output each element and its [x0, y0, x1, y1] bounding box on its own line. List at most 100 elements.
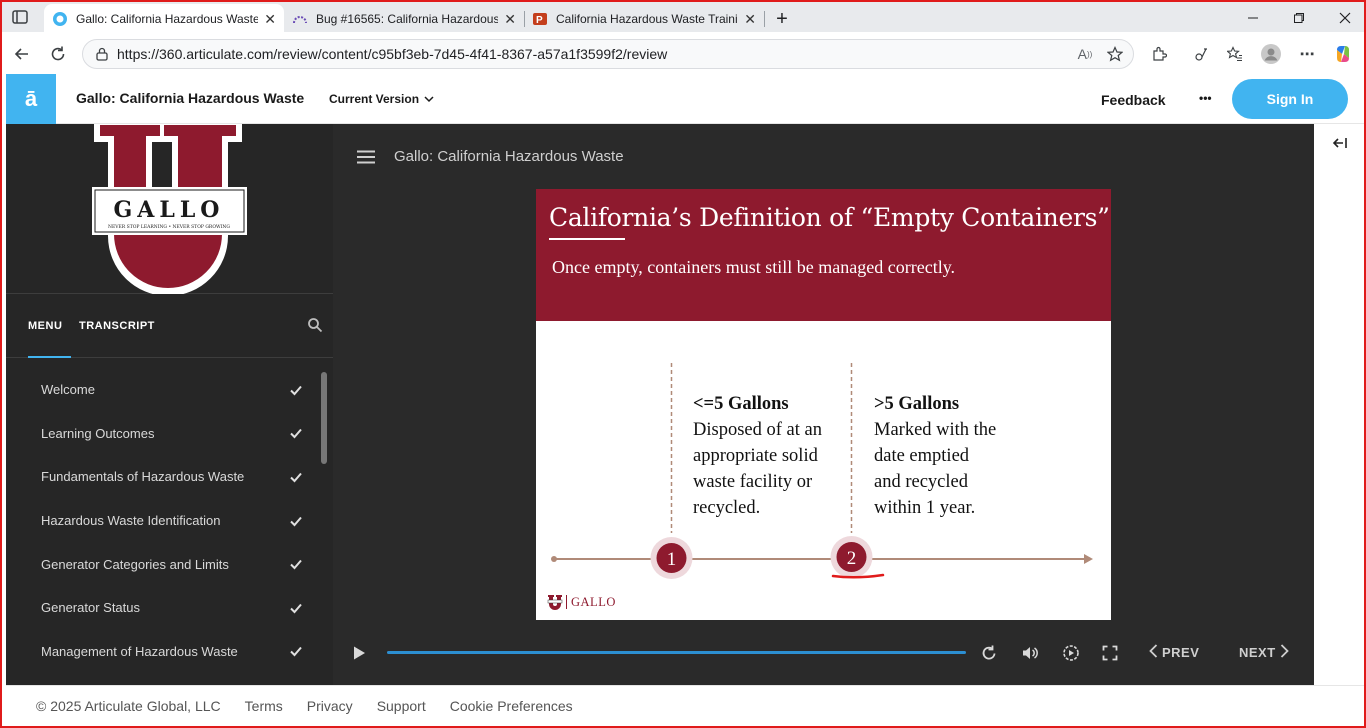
menu-item-generator-status[interactable]: Generator Status [6, 586, 333, 630]
footer-link-terms[interactable]: Terms [245, 698, 283, 714]
gallo-mini-logo-icon [547, 595, 563, 610]
slide-header-band: California’s Definition of “Empty Contai… [536, 189, 1111, 321]
footer-link-cookies[interactable]: Cookie Preferences [450, 698, 573, 714]
url-text: https://360.articulate.com/review/conten… [117, 46, 668, 62]
collapse-panel-icon[interactable] [1332, 136, 1348, 155]
slide-heading: California’s Definition of “Empty Contai… [549, 203, 1110, 232]
profile-avatar-icon[interactable] [1260, 43, 1282, 65]
settings-more-icon[interactable]: ⋯ [1296, 43, 1318, 65]
extensions-icon[interactable] [1148, 43, 1170, 65]
read-aloud-icon[interactable]: A)) [1073, 42, 1097, 66]
tab-title: Bug #16565: California Hazardous [316, 12, 499, 26]
page-footer: © 2025 Articulate Global, LLC Terms Priv… [6, 685, 1364, 726]
browser-tab[interactable]: P California Hazardous Waste Traini ✕ [524, 4, 764, 34]
new-tab-button[interactable]: + [768, 4, 796, 34]
gallo-logo-image: GALLO NEVER STOP LEARNING • NEVER STOP G… [92, 124, 247, 296]
sidebar-tabs: MENU TRANSCRIPT [6, 294, 333, 358]
review-header: ā Gallo: California Hazardous Waste Curr… [6, 74, 1364, 124]
menu-item-fundamentals[interactable]: Fundamentals of Hazardous Waste [6, 455, 333, 499]
tab-close-icon[interactable]: ✕ [504, 11, 516, 28]
checkmark-icon [289, 601, 303, 615]
timeline-graphic: 1 2 [551, 363, 1093, 579]
gallo-u-logo: GALLO NEVER STOP LEARNING • NEVER STOP G… [6, 124, 333, 296]
column-line: appropriate solid [693, 446, 818, 466]
menu-item-label: Generator Categories and Limits [41, 556, 229, 572]
minimize-button[interactable] [1230, 6, 1276, 30]
footer-link-support[interactable]: Support [377, 698, 426, 714]
playback-speed-icon[interactable] [1060, 642, 1082, 664]
window-frame: Gallo: California Hazardous Waste ✕ Bug … [0, 0, 1366, 728]
favorite-star-icon[interactable] [1103, 42, 1127, 66]
column-line: recycled. [693, 498, 761, 518]
checkmark-icon [289, 383, 303, 397]
play-button[interactable] [348, 642, 370, 664]
volume-icon[interactable] [1019, 642, 1041, 664]
column-line: Disposed of at an [693, 420, 822, 440]
tab-title: California Hazardous Waste Traini [556, 12, 738, 26]
menu-item-label: Management of Hazardous Waste [41, 643, 238, 659]
redmine-favicon-icon [292, 11, 308, 27]
chevron-left-icon [1149, 644, 1158, 661]
menu-item-label: Hazardous Waste Identification [41, 513, 221, 529]
tab-close-icon[interactable]: ✕ [264, 11, 276, 28]
sidebar-scrollbar[interactable] [321, 372, 327, 464]
next-button[interactable]: NEXT [1239, 644, 1289, 661]
menu-item-label: Welcome [41, 382, 95, 398]
column-title: <=5 Gallons [693, 394, 789, 414]
column-line: within 1 year. [874, 498, 976, 518]
browser-tab-active[interactable]: Gallo: California Hazardous Waste ✕ [44, 4, 284, 34]
plus-icon: + [776, 7, 788, 30]
search-icon[interactable] [307, 317, 323, 333]
menu-item-label: Fundamentals of Hazardous Waste [41, 469, 245, 485]
menu-item-welcome[interactable]: Welcome [6, 368, 333, 412]
tab-actions-icon[interactable] [12, 10, 30, 26]
slide-subheading: Once empty, containers must still be man… [552, 257, 956, 277]
fullscreen-icon[interactable] [1099, 642, 1121, 664]
slide-canvas: California’s Definition of “Empty Contai… [536, 189, 1111, 620]
column-line: and recycled [874, 472, 968, 492]
footer-link-privacy[interactable]: Privacy [307, 698, 353, 714]
tab-title: Gallo: California Hazardous Waste [76, 12, 259, 26]
tab-close-icon[interactable]: ✕ [744, 11, 756, 28]
version-dropdown[interactable]: Current Version [329, 92, 434, 106]
restore-button[interactable] [1276, 6, 1322, 30]
site-info-icon[interactable] [93, 45, 111, 63]
svg-text:P: P [536, 15, 543, 26]
seek-bar[interactable] [387, 651, 966, 654]
menu-item-management[interactable]: Management of Hazardous Waste [6, 630, 333, 674]
checkmark-icon [289, 470, 303, 484]
favorites-icon[interactable] [1224, 43, 1246, 65]
browser-tab[interactable]: Bug #16565: California Hazardous ✕ [284, 4, 524, 34]
feedback-button[interactable]: Feedback [1101, 92, 1166, 108]
slide-footer-brand: GALLO [547, 594, 616, 610]
split-screen-icon[interactable] [1190, 43, 1212, 65]
column-title: >5 Gallons [874, 394, 960, 414]
browser-tab-strip: Gallo: California Hazardous Waste ✕ Bug … [2, 0, 1364, 34]
menu-item-label: Generator Status [41, 600, 140, 616]
menu-item-learning-outcomes[interactable]: Learning Outcomes [6, 412, 333, 456]
articulate-favicon-icon [52, 11, 68, 27]
checkmark-icon [289, 426, 303, 440]
sign-in-button[interactable]: Sign In [1232, 79, 1348, 119]
column-line: Marked with the [874, 420, 997, 440]
replay-icon[interactable] [978, 642, 1000, 664]
back-button[interactable] [10, 42, 34, 66]
reload-button[interactable] [46, 42, 70, 66]
articulate-logo[interactable]: ā [6, 74, 56, 124]
hamburger-menu-icon[interactable] [357, 150, 375, 164]
more-options-icon[interactable]: ••• [1199, 91, 1212, 105]
tab-menu[interactable]: MENU [28, 320, 62, 332]
column-large-containers: >5 Gallons Marked with the date emptied … [874, 391, 996, 521]
copilot-icon[interactable] [1332, 43, 1354, 65]
column-line: waste facility or [693, 472, 813, 492]
menu-item-generator-categories[interactable]: Generator Categories and Limits [6, 542, 333, 586]
chevron-right-icon [1280, 644, 1289, 661]
tab-transcript[interactable]: TRANSCRIPT [79, 320, 155, 332]
menu-item-identification[interactable]: Hazardous Waste Identification [6, 499, 333, 543]
address-bar[interactable]: https://360.articulate.com/review/conten… [82, 39, 1134, 69]
close-window-button[interactable] [1322, 6, 1364, 30]
course-menu-list: Welcome Learning Outcomes Fundamentals o… [6, 368, 333, 673]
column-small-containers: <=5 Gallons Disposed of at an appropriat… [693, 391, 822, 521]
prev-button[interactable]: PREV [1149, 644, 1199, 661]
timeline-start-dot [551, 556, 557, 562]
